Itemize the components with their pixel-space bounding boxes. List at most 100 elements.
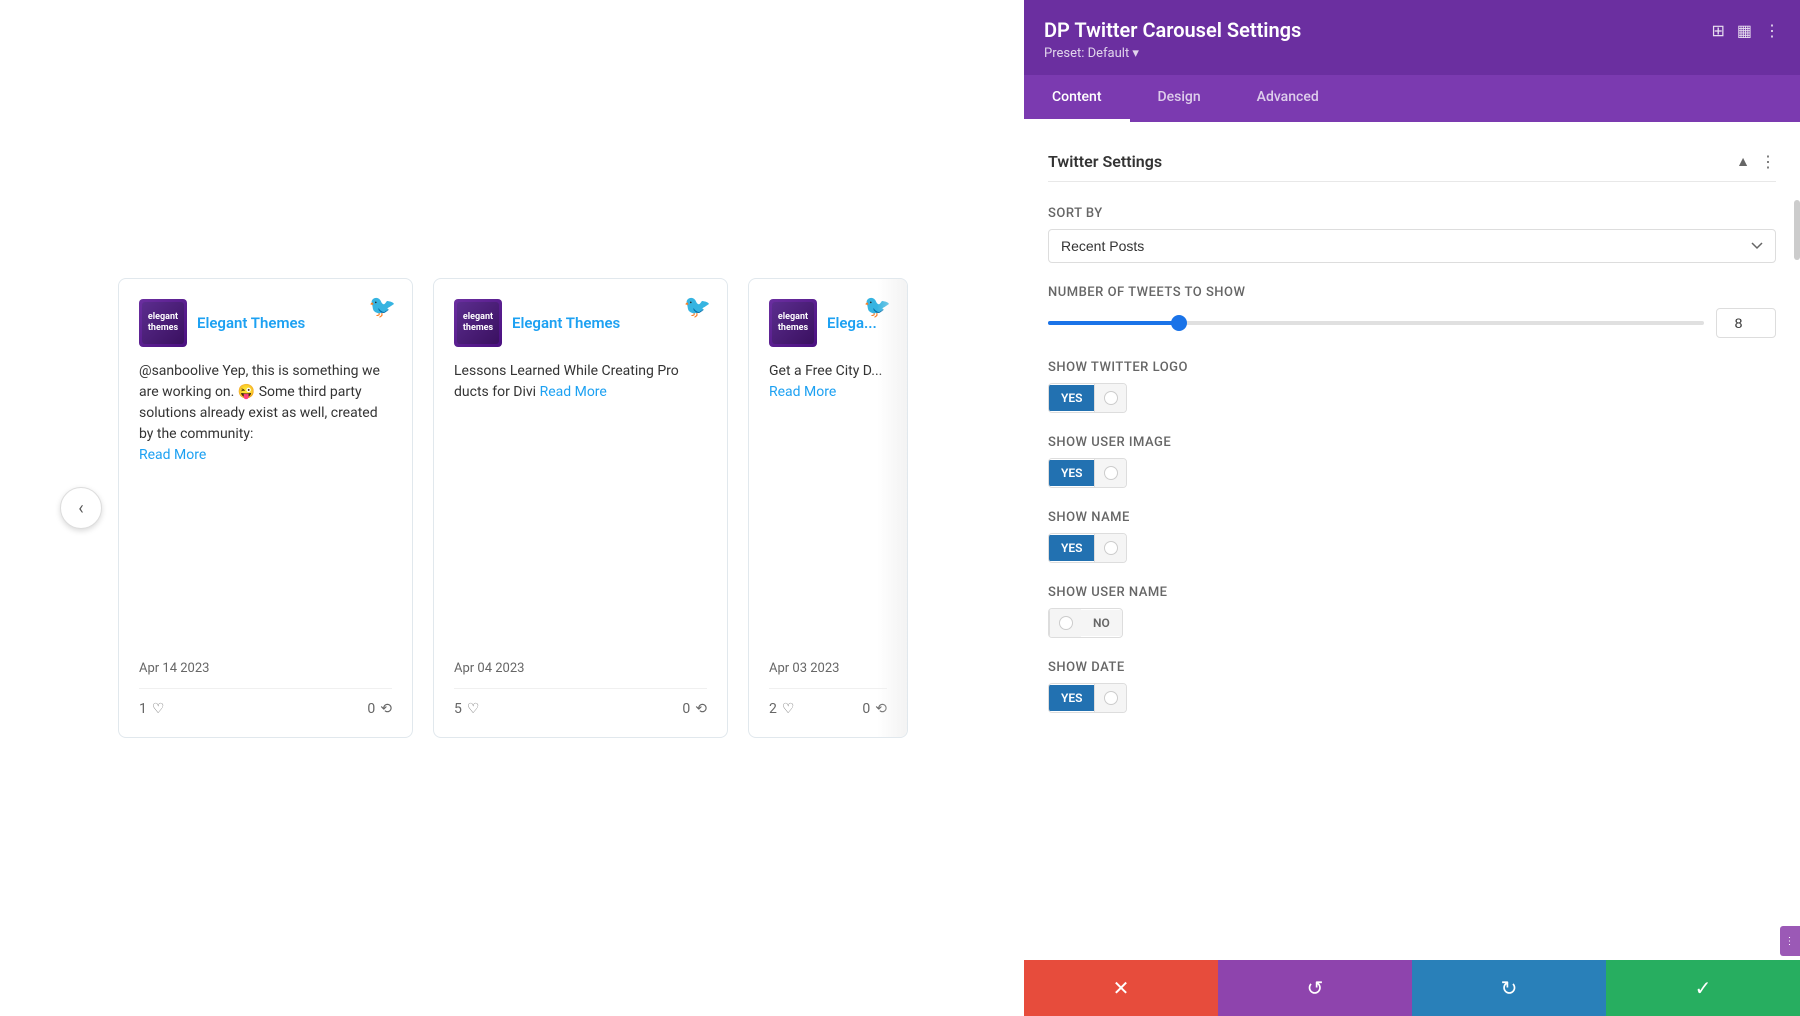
redo-icon: ↻ bbox=[1501, 976, 1518, 1000]
heart-icon: ♡ bbox=[782, 701, 795, 717]
show-user-name-setting: Show User Name NO bbox=[1048, 585, 1776, 638]
tweet-actions: 1 ♡ 0 ⟲ bbox=[139, 688, 392, 717]
more-options-icon[interactable]: ⋮ bbox=[1764, 21, 1780, 40]
panel-tabs: Content Design Advanced bbox=[1024, 75, 1800, 122]
tweet-date: Apr 04 2023 bbox=[454, 661, 707, 676]
toggle-yes-btn[interactable]: YES bbox=[1049, 385, 1094, 411]
tweet-actions: 2 ♡ 0 ⟲ bbox=[769, 688, 887, 717]
tweet-cards-container: 🐦 elegantthemes Elegant Themes @sanbooli… bbox=[118, 278, 964, 738]
read-more-link[interactable]: Read More bbox=[540, 384, 607, 400]
heart-icon: ♡ bbox=[152, 701, 165, 717]
read-more-link[interactable]: Read More bbox=[769, 384, 836, 400]
show-date-toggle[interactable]: YES bbox=[1048, 683, 1127, 713]
avatar: elegantthemes bbox=[454, 299, 502, 347]
read-more-link[interactable]: Read More bbox=[139, 447, 206, 463]
show-name-label: Show Name bbox=[1048, 510, 1776, 525]
like-count: 1 ♡ bbox=[139, 701, 164, 717]
toggle-dot bbox=[1104, 391, 1118, 405]
panel-preset[interactable]: Preset: Default ▾ bbox=[1044, 46, 1780, 61]
show-name-setting: Show Name YES bbox=[1048, 510, 1776, 563]
settings-panel: DP Twitter Carousel Settings ⊞ ▦ ⋮ Prese… bbox=[1024, 0, 1800, 1016]
show-date-label: Show Date bbox=[1048, 660, 1776, 675]
undo-button[interactable]: ↺ bbox=[1218, 960, 1412, 1016]
share-icon: ⟲ bbox=[380, 701, 392, 717]
show-date-setting: Show Date YES bbox=[1048, 660, 1776, 713]
show-twitter-logo-toggle[interactable]: YES bbox=[1048, 383, 1127, 413]
show-twitter-logo-setting: Show Twitter Logo YES bbox=[1048, 360, 1776, 413]
carousel-prev-button[interactable]: ‹ bbox=[60, 487, 102, 529]
twitter-logo-icon: 🐦 bbox=[864, 295, 891, 320]
heart-icon: ♡ bbox=[467, 701, 480, 717]
section-options-icon[interactable]: ⋮ bbox=[1760, 152, 1776, 171]
avatar: elegantthemes bbox=[769, 299, 817, 347]
tab-advanced[interactable]: Advanced bbox=[1229, 75, 1347, 122]
share-count: 0 ⟲ bbox=[682, 701, 707, 717]
toggle-handle[interactable] bbox=[1094, 384, 1126, 412]
toggle-dot bbox=[1059, 616, 1073, 630]
like-count: 2 ♡ bbox=[769, 701, 794, 717]
section-header: Twitter Settings ▲ ⋮ bbox=[1048, 142, 1776, 182]
slider-fill bbox=[1048, 321, 1179, 325]
panel-title-icons: ⊞ ▦ ⋮ bbox=[1711, 21, 1780, 40]
tweet-username: Elegant Themes bbox=[197, 314, 305, 332]
show-name-toggle[interactable]: YES bbox=[1048, 533, 1127, 563]
toggle-handle[interactable] bbox=[1049, 609, 1081, 637]
tweet-card: 🐦 elegantthemes Elega... Get a Free City… bbox=[748, 278, 908, 738]
section-header-icons: ▲ ⋮ bbox=[1736, 152, 1776, 171]
share-count: 0 ⟲ bbox=[367, 701, 392, 717]
share-icon: ⟲ bbox=[875, 701, 887, 717]
main-content: ‹ 🐦 elegantthemes Elegant Themes @sanboo… bbox=[0, 0, 1024, 1016]
screen-icon[interactable]: ⊞ bbox=[1711, 21, 1724, 40]
cancel-icon: ✕ bbox=[1113, 976, 1130, 1000]
slider-thumb[interactable] bbox=[1171, 315, 1187, 331]
toggle-handle[interactable] bbox=[1094, 534, 1126, 562]
show-user-image-setting: Show User Image YES bbox=[1048, 435, 1776, 488]
avatar-logo: elegantthemes bbox=[772, 302, 814, 344]
tweet-text: @sanboolive Yep, this is something we ar… bbox=[139, 361, 392, 639]
show-twitter-logo-label: Show Twitter Logo bbox=[1048, 360, 1776, 375]
layout-icon[interactable]: ▦ bbox=[1737, 21, 1752, 40]
toggle-handle[interactable] bbox=[1094, 459, 1126, 487]
redo-button[interactable]: ↻ bbox=[1412, 960, 1606, 1016]
sort-by-label: Sort By bbox=[1048, 206, 1776, 221]
show-user-name-toggle[interactable]: NO bbox=[1048, 608, 1123, 638]
tweet-card: 🐦 elegantthemes Elegant Themes Lessons L… bbox=[433, 278, 728, 738]
save-button[interactable]: ✓ bbox=[1606, 960, 1800, 1016]
avatar: elegantthemes bbox=[139, 299, 187, 347]
tweet-username: Elegant Themes bbox=[512, 314, 620, 332]
toggle-yes-btn[interactable]: YES bbox=[1049, 460, 1094, 486]
toggle-dot bbox=[1104, 541, 1118, 555]
tweet-text: Lessons Learned While Creating Pro ducts… bbox=[454, 361, 707, 639]
scrollbar-indicator bbox=[1794, 200, 1800, 260]
undo-icon: ↺ bbox=[1307, 976, 1324, 1000]
prev-arrow-icon: ‹ bbox=[78, 498, 83, 519]
section-collapse-icon[interactable]: ▲ bbox=[1736, 153, 1750, 170]
tab-content[interactable]: Content bbox=[1024, 75, 1130, 122]
slider-row: 8 bbox=[1048, 308, 1776, 338]
panel-body: Twitter Settings ▲ ⋮ Sort By Recent Post… bbox=[1024, 122, 1800, 960]
panel-header: DP Twitter Carousel Settings ⊞ ▦ ⋮ Prese… bbox=[1024, 0, 1800, 75]
twitter-logo-icon: 🐦 bbox=[684, 295, 711, 320]
cancel-button[interactable]: ✕ bbox=[1024, 960, 1218, 1016]
sort-by-setting: Sort By Recent Posts Top Tweets Random bbox=[1048, 206, 1776, 263]
toggle-dot bbox=[1104, 466, 1118, 480]
toggle-yes-btn[interactable]: YES bbox=[1049, 535, 1094, 561]
show-user-image-toggle[interactable]: YES bbox=[1048, 458, 1127, 488]
edge-handle-icon: ⋮ bbox=[1785, 936, 1796, 947]
show-user-name-label: Show User Name bbox=[1048, 585, 1776, 600]
tweet-date: Apr 03 2023 bbox=[769, 661, 887, 676]
toggle-yes-btn[interactable]: YES bbox=[1049, 685, 1094, 711]
tab-design[interactable]: Design bbox=[1130, 75, 1229, 122]
edge-handle[interactable]: ⋮ bbox=[1780, 926, 1800, 956]
toggle-no-btn[interactable]: NO bbox=[1081, 610, 1122, 636]
slider-track[interactable] bbox=[1048, 321, 1704, 325]
tweet-card: 🐦 elegantthemes Elegant Themes @sanbooli… bbox=[118, 278, 413, 738]
toggle-dot bbox=[1104, 691, 1118, 705]
num-tweets-label: Number of tweets to show bbox=[1048, 285, 1776, 300]
share-icon: ⟲ bbox=[695, 701, 707, 717]
sort-by-select[interactable]: Recent Posts Top Tweets Random bbox=[1048, 229, 1776, 263]
num-tweets-setting: Number of tweets to show 8 bbox=[1048, 285, 1776, 338]
num-tweets-input[interactable]: 8 bbox=[1716, 308, 1776, 338]
toggle-handle[interactable] bbox=[1094, 684, 1126, 712]
tweet-actions: 5 ♡ 0 ⟲ bbox=[454, 688, 707, 717]
